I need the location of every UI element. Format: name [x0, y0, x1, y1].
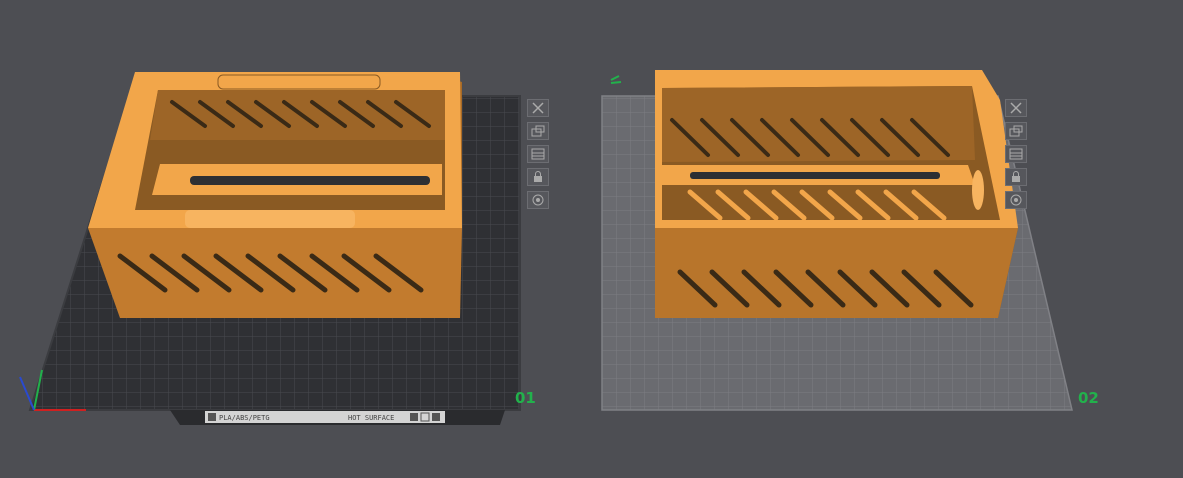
lock-icon [534, 171, 542, 182]
plate-01-layers-button[interactable] [527, 145, 549, 163]
plate-number-01: 01 [515, 389, 536, 407]
plate-01-settings-button[interactable] [527, 191, 549, 209]
plate-02-toolbar [1005, 99, 1029, 214]
3d-viewport[interactable]: PLA/ABS/PETG HOT SURFACE 01 02 [0, 0, 1183, 478]
plate-02-edit-marker [610, 75, 622, 84]
plate-02-layers-button[interactable] [1005, 145, 1027, 163]
model-box-02[interactable] [655, 70, 1018, 318]
close-icon [532, 102, 544, 114]
plate-02-settings-button[interactable] [1005, 191, 1027, 209]
plate-01-toolbar [527, 99, 551, 214]
plate-02-arrange-button[interactable] [1005, 122, 1027, 140]
settings-icon [532, 194, 544, 206]
arrange-icon [531, 125, 545, 137]
arrange-icon [1009, 125, 1023, 137]
settings-icon [1010, 194, 1022, 206]
plate-01-lock-button[interactable] [527, 168, 549, 186]
layers-icon [1009, 148, 1023, 160]
plate-material-label: PLA/ABS/PETG [219, 414, 270, 422]
model-box-01[interactable] [88, 72, 462, 318]
plate-surface-strip: PLA/ABS/PETG HOT SURFACE [170, 410, 505, 425]
layers-icon [531, 148, 545, 160]
plate-02-close-button[interactable] [1005, 99, 1027, 117]
plate-number-02: 02 [1078, 389, 1099, 407]
plate-01-close-button[interactable] [527, 99, 549, 117]
lock-icon [1012, 171, 1020, 182]
close-icon [1010, 102, 1022, 114]
plate-surface-label: HOT SURFACE [348, 414, 394, 422]
plate-01-arrange-button[interactable] [527, 122, 549, 140]
plate-02-lock-button[interactable] [1005, 168, 1027, 186]
